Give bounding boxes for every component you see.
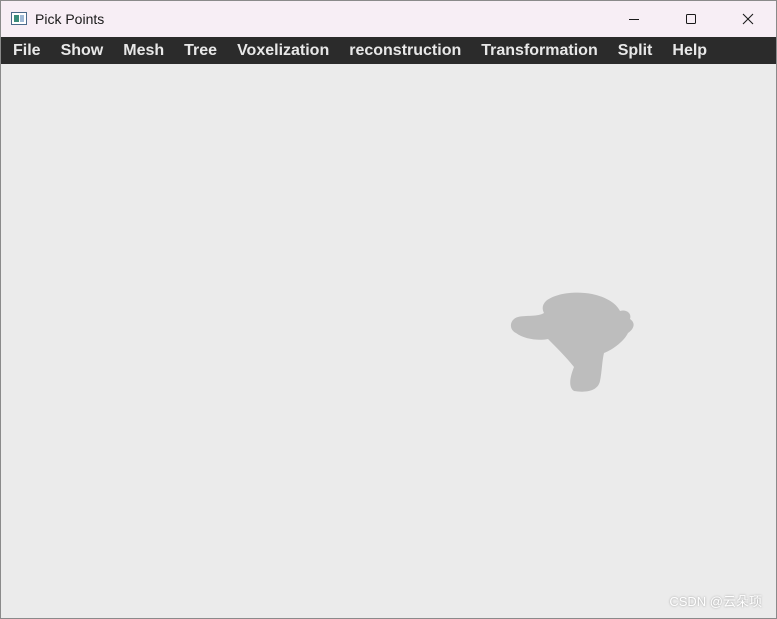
3d-viewport[interactable]: CSDN @云朵项 <box>1 64 776 618</box>
menu-file[interactable]: File <box>1 37 51 64</box>
menu-reconstruction[interactable]: reconstruction <box>339 37 471 64</box>
menu-tree[interactable]: Tree <box>174 37 227 64</box>
watermark-text: CSDN @云朵项 <box>669 594 762 609</box>
menu-voxelization[interactable]: Voxelization <box>227 37 339 64</box>
app-window: Pick Points File Show Mesh Tree Voxeliza… <box>0 0 777 619</box>
menu-show[interactable]: Show <box>51 37 114 64</box>
minimize-button[interactable] <box>606 1 662 37</box>
close-button[interactable] <box>720 1 776 37</box>
minimize-icon <box>629 19 639 20</box>
menu-bar: File Show Mesh Tree Voxelization reconst… <box>1 37 776 64</box>
window-app-icon[interactable] <box>11 12 27 25</box>
maximize-icon <box>686 14 696 24</box>
title-bar[interactable]: Pick Points <box>1 1 776 37</box>
window-title: Pick Points <box>35 11 105 27</box>
menu-mesh[interactable]: Mesh <box>113 37 174 64</box>
mesh-model[interactable] <box>506 289 640 395</box>
menu-help[interactable]: Help <box>662 37 717 64</box>
close-icon <box>742 13 754 25</box>
menu-transformation[interactable]: Transformation <box>471 37 607 64</box>
maximize-button[interactable] <box>663 1 719 37</box>
menu-split[interactable]: Split <box>608 37 663 64</box>
monkey-mesh-silhouette <box>510 292 634 392</box>
